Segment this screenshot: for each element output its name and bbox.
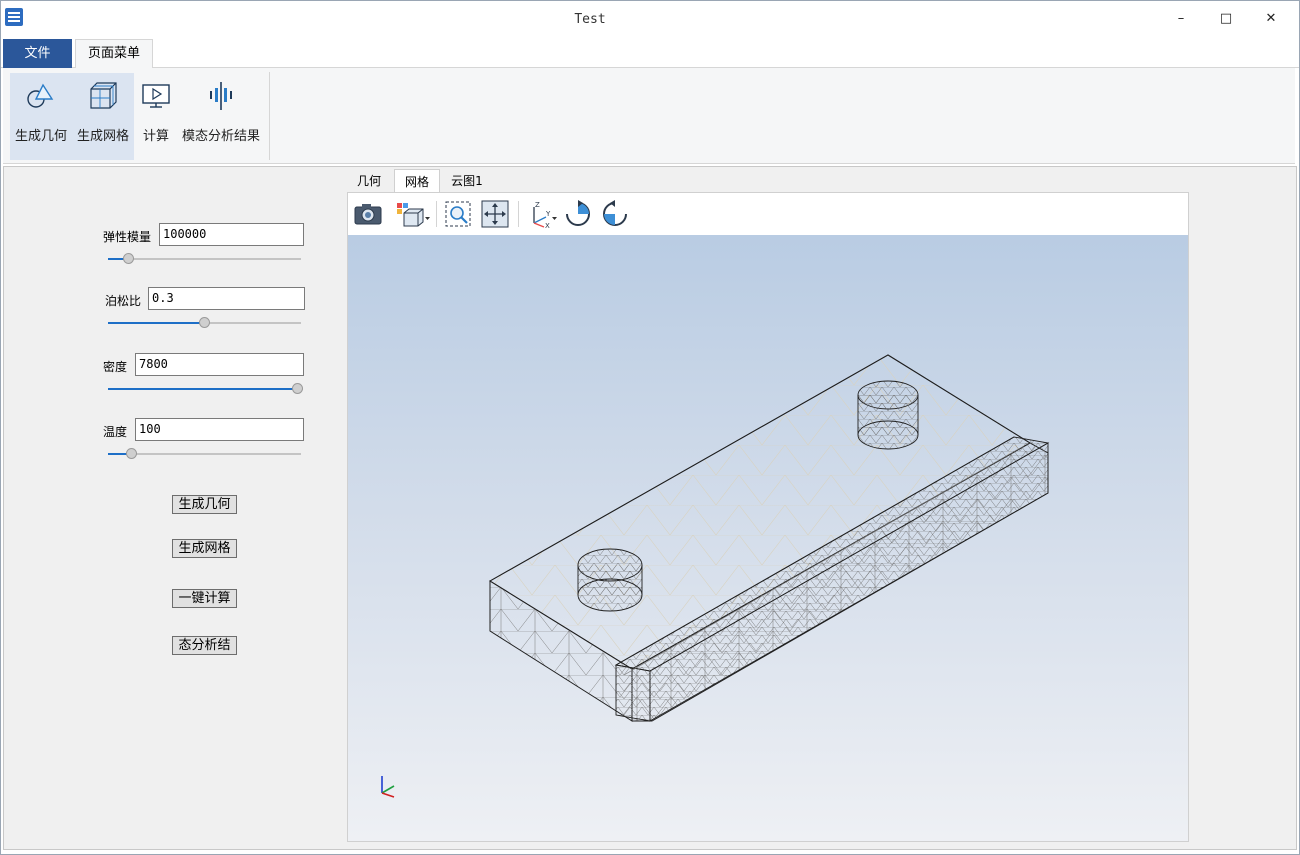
axes-orientation-icon[interactable]: Z Y X (526, 199, 558, 229)
svg-text:X: X (545, 222, 550, 229)
slider-thumb[interactable] (126, 448, 137, 459)
bolt-left (577, 548, 643, 612)
ribbon-gen-geometry-label: 生成几何 (14, 129, 67, 144)
camera-icon[interactable] (353, 199, 383, 229)
slider-thumb[interactable] (199, 317, 210, 328)
modal-result-button[interactable]: 态分析结 (172, 636, 237, 655)
ribbon-compute-button[interactable]: 计算 (137, 73, 175, 160)
close-button[interactable]: ✕ (1249, 6, 1293, 32)
slider-fill (108, 388, 297, 390)
compute-monitor-icon (142, 84, 170, 108)
minimize-button[interactable]: – (1159, 6, 1203, 32)
tab-file[interactable]: 文件 (3, 39, 72, 68)
density-slider[interactable] (108, 382, 303, 396)
axes-triad-icon (381, 776, 395, 798)
rotate-cw-icon[interactable] (563, 199, 593, 229)
tab-mesh[interactable]: 网格 (394, 169, 440, 193)
ribbon-gen-mesh-button[interactable]: 生成网格 (72, 73, 134, 160)
window-title: Test (574, 12, 606, 27)
mesh-cube-icon (90, 82, 117, 109)
ribbon-compute-label: 计算 (142, 129, 169, 144)
menu-tab-row: 文件 页面菜单 (1, 38, 1299, 69)
rotate-ccw-icon[interactable] (600, 199, 630, 229)
svg-text:Z: Z (535, 201, 540, 209)
svg-text:Y: Y (545, 210, 551, 218)
tab-geometry[interactable]: 几何 (346, 169, 392, 193)
app-window: Test – □ ✕ 文件 页面菜单 生成几何 生成网格 计算 模态分析结果 弹… (0, 0, 1300, 855)
mesh-model (381, 354, 1050, 798)
bolt-right (857, 380, 919, 450)
elastic-modulus-slider[interactable] (108, 252, 301, 266)
ribbon-separator (269, 72, 270, 160)
slider-thumb[interactable] (123, 253, 134, 264)
poisson-ratio-input[interactable]: 0.3 (148, 287, 305, 310)
elastic-modulus-input[interactable]: 100000 (159, 223, 304, 246)
tab-contour-1[interactable]: 云图1 (442, 169, 492, 193)
temperature-label: 温度 (103, 425, 128, 439)
mesh-viewport[interactable] (348, 235, 1188, 841)
window-title-wrap: Test (1, 12, 1179, 27)
ribbon-gen-geometry-button[interactable]: 生成几何 (10, 73, 72, 160)
tab-page-menu[interactable]: 页面菜单 (75, 39, 153, 69)
geometry-icon (27, 83, 54, 108)
density-input[interactable]: 7800 (135, 353, 304, 376)
poisson-ratio-label: 泊松比 (105, 294, 142, 308)
slider-thumb[interactable] (292, 383, 303, 394)
rail-end (615, 664, 651, 722)
modal-result-icon (210, 82, 232, 110)
slider-track (108, 258, 301, 260)
gen-geometry-button[interactable]: 生成几何 (172, 495, 237, 514)
display-mode-icon[interactable] (395, 199, 431, 229)
temperature-slider[interactable] (108, 447, 301, 461)
maximize-button[interactable]: □ (1204, 6, 1248, 32)
viewer-toolbar: Z Y X (348, 193, 1188, 235)
slider-fill (108, 322, 204, 324)
one-click-compute-button[interactable]: 一键计算 (172, 589, 237, 608)
title-bar: Test – □ ✕ (1, 1, 1299, 38)
toolbar-separator (518, 201, 519, 227)
fit-view-icon[interactable] (480, 199, 510, 229)
elastic-modulus-label: 弹性模量 (103, 230, 152, 244)
ribbon-modal-result-button[interactable]: 模态分析结果 (179, 73, 263, 160)
ribbon-gen-mesh-label: 生成网格 (76, 129, 129, 144)
viewer-panel: Z Y X (347, 192, 1189, 842)
ribbon-modal-result-label: 模态分析结果 (181, 129, 260, 144)
gen-mesh-button[interactable]: 生成网格 (172, 539, 237, 558)
temperature-input[interactable]: 100 (135, 418, 304, 441)
zoom-box-icon[interactable] (443, 199, 473, 229)
density-label: 密度 (103, 360, 128, 374)
poisson-ratio-slider[interactable] (108, 316, 301, 330)
toolbar-separator (436, 201, 437, 227)
ribbon: 生成几何 生成网格 计算 模态分析结果 (3, 68, 1295, 164)
